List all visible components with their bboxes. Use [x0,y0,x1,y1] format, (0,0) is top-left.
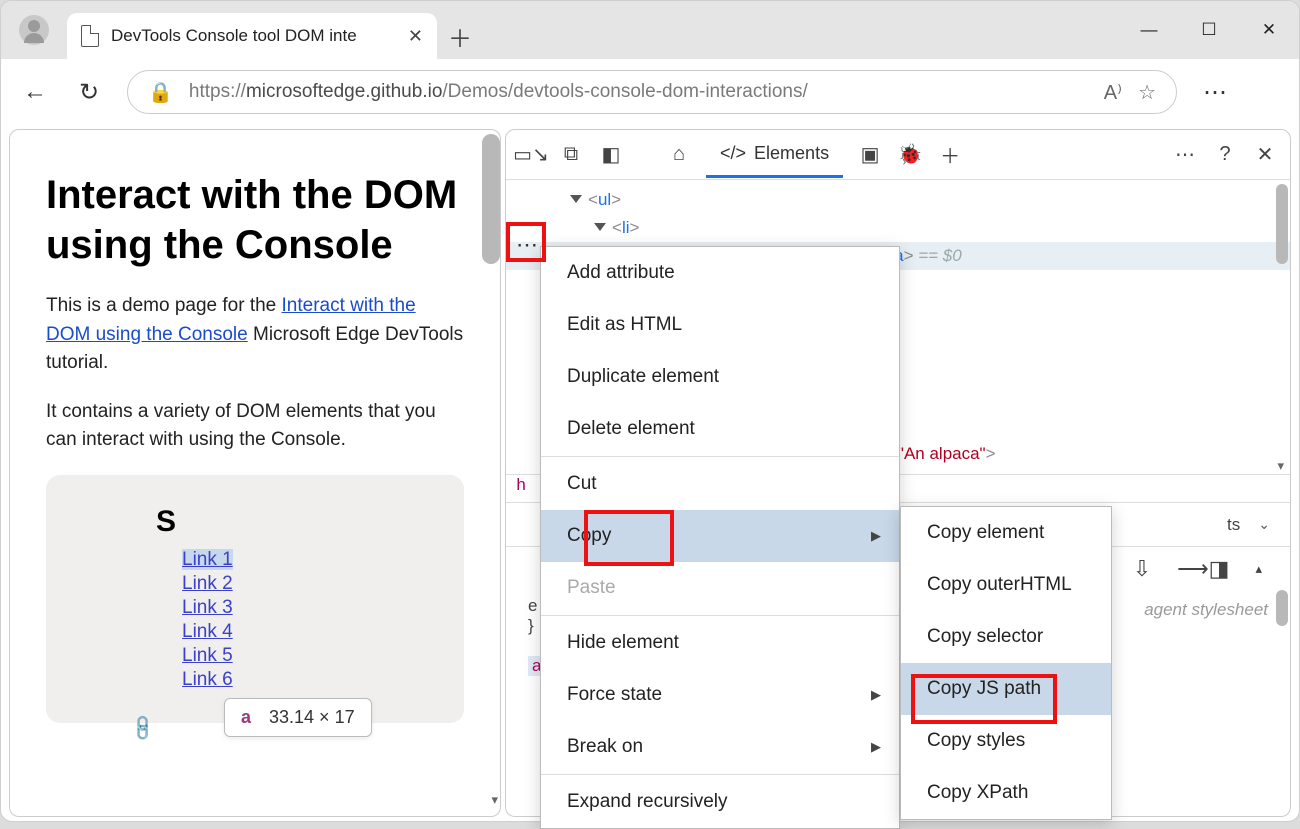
address-bar[interactable]: 🔒 https://microsoftedge.github.io/Demos/… [127,70,1177,114]
favorite-icon[interactable]: ☆ [1138,80,1156,105]
link-list: Link 1 Link 2 Link 3 Link 4 Link 5 Link … [156,549,354,691]
page-icon [81,25,99,47]
page-scrollbar[interactable] [482,134,500,264]
inspect-tooltip: a 33.14 × 17 [224,698,372,737]
elements-tab[interactable]: </> Elements [706,132,843,178]
browser-toolbar: ← ↻ 🔒 https://microsoftedge.github.io/De… [1,59,1299,125]
back-button[interactable]: ← [19,76,51,108]
lock-icon: 🔒 [148,80,173,105]
profile-avatar[interactable] [19,15,49,45]
page-paragraph: It contains a variety of DOM elements th… [46,398,464,455]
url-text: https://microsoftedge.github.io/Demos/de… [189,81,1088,103]
tab-title: DevTools Console tool DOM inte [111,26,396,46]
section-heading: S [156,505,354,539]
inspect-icon[interactable]: ▭↘ [518,142,544,168]
add-tab-button[interactable]: ＋ [937,142,963,168]
menu-duplicate-element[interactable]: Duplicate element [541,351,899,403]
more-button[interactable]: ⋯ [1199,76,1231,108]
window-maximize-button[interactable]: ☐ [1179,1,1239,59]
tab-label: Elements [754,143,829,164]
scroll-down-icon[interactable]: ▾ [491,792,498,808]
menu-force-state[interactable]: Force state▶ [541,669,899,721]
styles-label: ts [1227,515,1240,535]
anchor-icon[interactable]: 🔗 [128,713,159,744]
tab-close-button[interactable]: ✕ [408,26,423,47]
page-heading: Interact with the DOM using the Console [46,170,464,270]
menu-copy-js-path[interactable]: Copy JS path [901,663,1111,715]
help-button[interactable]: ? [1212,142,1238,168]
more-tools-button[interactable]: ⋯ [1172,142,1198,168]
submenu-arrow-icon: ▶ [871,687,881,703]
demo-link[interactable]: Link 6 [182,669,233,690]
scroll-down-icon[interactable]: ▾ [1277,455,1284,476]
device-icon[interactable]: ⧉ [558,142,584,168]
chevron-down-icon[interactable]: ⌄ [1258,516,1270,533]
devtools-toolbar: ▭↘ ⧉ ◧ ⌂ </> Elements ▣ 🐞 ＋ ⋯ ? ✕ [506,130,1290,180]
styles-scrollbar[interactable] [1276,590,1288,626]
menu-cut[interactable]: Cut [541,458,899,510]
window-close-button[interactable]: ✕ [1239,1,1299,59]
dock-icon[interactable]: ◧ [598,142,624,168]
demo-link[interactable]: Link 1 [182,549,233,570]
browser-tab[interactable]: DevTools Console tool DOM inte ✕ [67,13,437,59]
copy-submenu: Copy element Copy outerHTML Copy selecto… [900,506,1112,820]
demo-section: 🔗 S Link 1 Link 2 Link 3 Link 4 Link 5 L… [46,475,464,723]
toggle-panel-icon[interactable]: ⟶◨ [1177,556,1229,582]
save-icon[interactable]: ⇩ [1133,556,1151,582]
menu-copy-xpath[interactable]: Copy XPath [901,767,1111,819]
welcome-tab-icon[interactable]: ⌂ [666,142,692,168]
refresh-button[interactable]: ↻ [73,76,105,108]
submenu-arrow-icon: ▶ [871,528,881,544]
console-tab-icon[interactable]: ▣ [857,142,883,168]
page-viewport: ▾ Interact with the DOM using the Consol… [9,129,501,817]
user-agent-label: agent stylesheet [1144,600,1268,620]
menu-copy-outerhtml[interactable]: Copy outerHTML [901,559,1111,611]
submenu-arrow-icon: ▶ [871,739,881,755]
menu-paste: Paste [541,562,899,614]
menu-add-attribute[interactable]: Add attribute [541,247,899,299]
dom-scrollbar[interactable] [1276,184,1288,264]
demo-link[interactable]: Link 5 [182,645,233,666]
menu-break-on[interactable]: Break on▶ [541,721,899,773]
new-tab-button[interactable]: ＋ [437,13,483,59]
sources-tab-icon[interactable]: 🐞 [897,142,923,168]
menu-hide-element[interactable]: Hide element [541,617,899,669]
demo-link[interactable]: Link 2 [182,573,233,594]
element-actions-button[interactable]: ⋯ [516,232,538,258]
menu-copy-element[interactable]: Copy element [901,507,1111,559]
menu-edit-html[interactable]: Edit as HTML [541,299,899,351]
demo-link[interactable]: Link 3 [182,597,233,618]
scroll-up-icon[interactable]: ▴ [1255,561,1262,577]
devtools-close-button[interactable]: ✕ [1252,142,1278,168]
page-paragraph: This is a demo page for the Interact wit… [46,292,464,378]
menu-copy-selector[interactable]: Copy selector [901,611,1111,663]
window-titlebar: DevTools Console tool DOM inte ✕ ＋ — ☐ ✕ [1,1,1299,59]
menu-copy[interactable]: Copy▶ [541,510,899,562]
context-menu: Add attribute Edit as HTML Duplicate ele… [540,246,900,829]
tooltip-dimensions: 33.14 × 17 [269,707,355,728]
tooltip-tag: a [241,707,251,728]
code-icon: </> [720,143,746,164]
menu-copy-styles[interactable]: Copy styles [901,715,1111,767]
demo-link[interactable]: Link 4 [182,621,233,642]
menu-expand-recursively[interactable]: Expand recursively [541,776,899,828]
window-minimize-button[interactable]: — [1119,1,1179,59]
menu-delete-element[interactable]: Delete element [541,403,899,455]
read-aloud-icon[interactable]: A⁾ [1104,80,1122,105]
